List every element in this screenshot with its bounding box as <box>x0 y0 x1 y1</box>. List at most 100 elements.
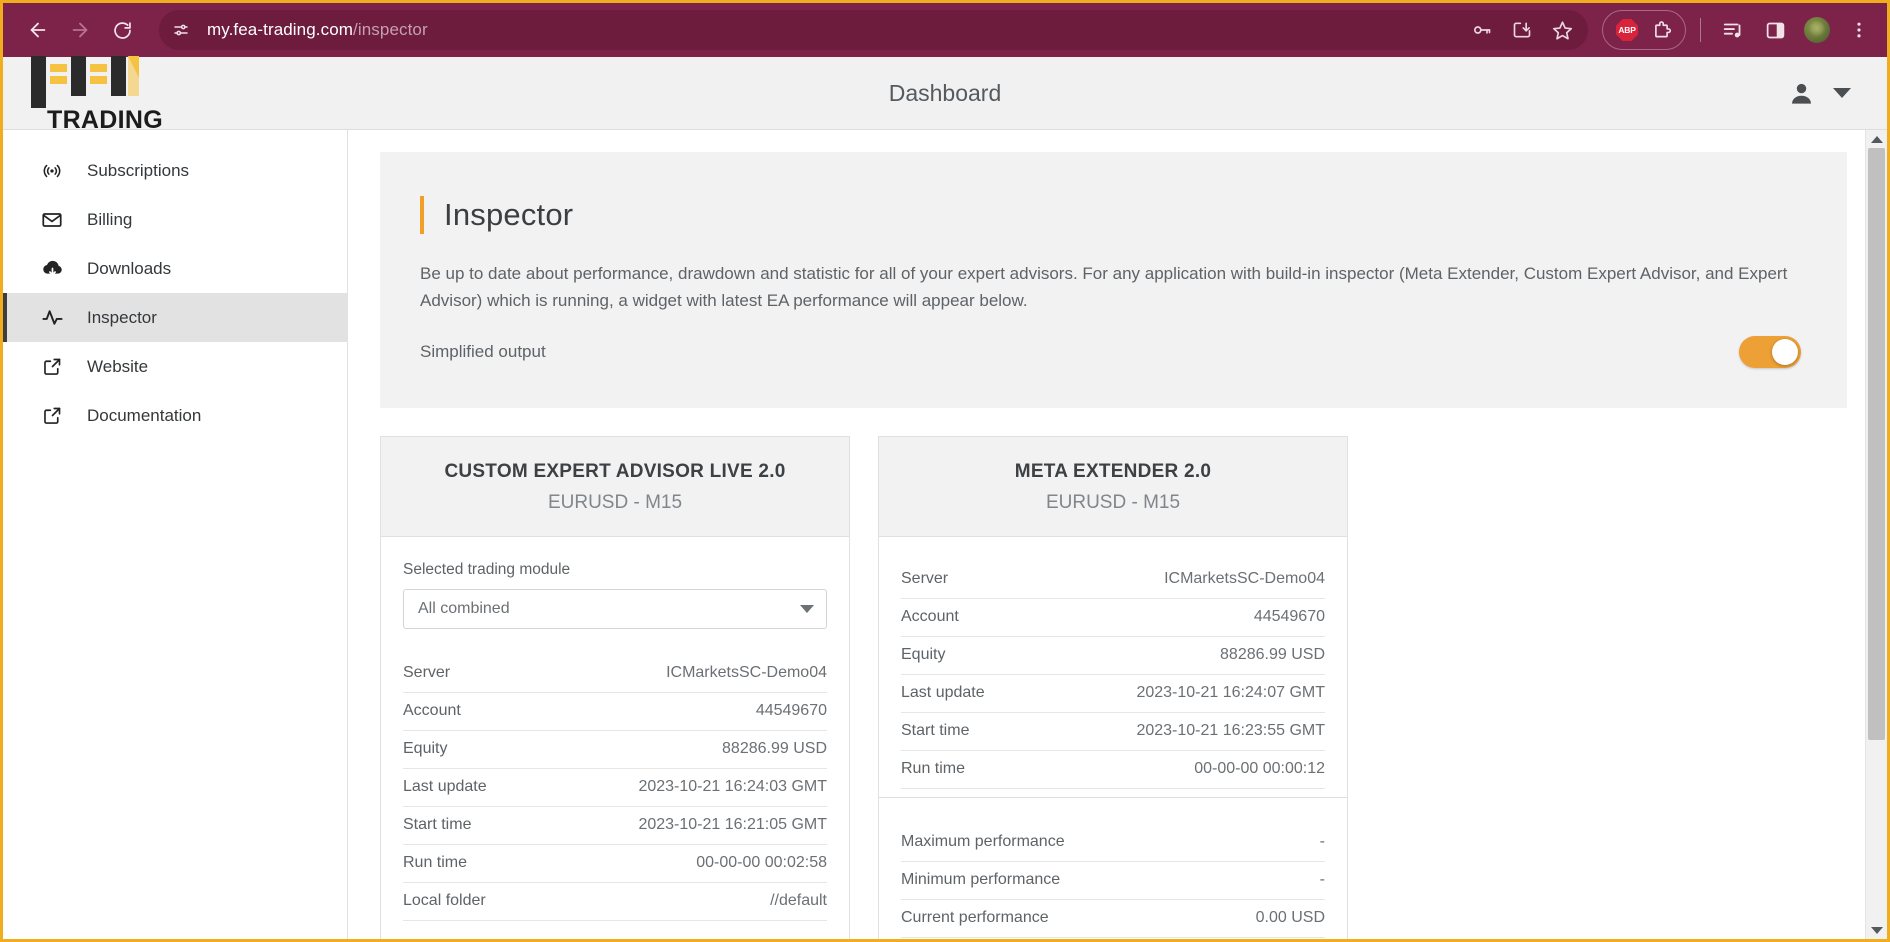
card-body: Selected trading module All combined Ser… <box>381 537 849 929</box>
table-row: Start time 2023-10-21 16:23:55 GMT <box>901 713 1325 752</box>
row-key: Start time <box>901 722 970 740</box>
reload-button[interactable] <box>101 9 143 51</box>
row-key: Last update <box>901 684 985 702</box>
row-key: Equity <box>403 740 448 758</box>
row-key: Server <box>403 664 451 682</box>
site-settings-button[interactable] <box>165 14 197 46</box>
back-button[interactable] <box>17 9 59 51</box>
table-row: Start time 2023-10-21 16:21:05 GMT <box>403 807 827 846</box>
table-row: Equity 88286.99 USD <box>403 731 827 770</box>
intro-title-row: Inspector <box>420 196 1801 234</box>
intro-description: Be up to date about performance, drawdow… <box>420 264 1788 310</box>
row-value: 00-00-00 00:00:12 <box>1194 760 1325 778</box>
table-row: Server ICMarketsSC-Demo04 <box>901 561 1325 600</box>
ea-cards-row: CUSTOM EXPERT ADVISOR LIVE 2.0 EURUSD - … <box>380 436 1887 939</box>
sidebar-item-website[interactable]: Website <box>3 342 347 391</box>
row-key: Maximum performance <box>901 833 1065 851</box>
install-app-button[interactable] <box>1504 12 1540 48</box>
profile-button[interactable] <box>1799 12 1835 48</box>
bookmark-star-icon <box>1552 20 1572 40</box>
row-key: Run time <box>403 854 468 872</box>
row-key: Server <box>901 570 949 588</box>
reload-icon <box>113 21 131 39</box>
activity-pulse-icon <box>39 306 65 329</box>
table-row: Run time 00-00-00 00:00:12 <box>901 751 1325 790</box>
omnibox-actions <box>1464 12 1580 48</box>
row-value: - <box>1319 833 1325 851</box>
row-value: 2023-10-21 16:21:05 GMT <box>638 816 827 834</box>
row-key: Local folder <box>403 892 486 910</box>
address-bar[interactable]: my.fea-trading.com/inspector <box>159 10 1588 50</box>
row-key: Run time <box>901 760 966 778</box>
intro-title: Inspector <box>444 197 574 232</box>
sidebar-item-label: Website <box>87 356 149 376</box>
bookmark-star-button[interactable] <box>1544 12 1580 48</box>
browser-toolbar: my.fea-trading.com/inspector ABP <box>3 3 1887 57</box>
install-app-icon <box>1513 22 1531 38</box>
row-value: 44549670 <box>1253 608 1325 626</box>
envelope-icon <box>39 209 65 231</box>
row-value: //default <box>770 892 827 910</box>
app-header: TRADING Dashboard <box>3 55 1887 134</box>
chrome-menu-button[interactable] <box>1841 12 1877 48</box>
sidebar-item-inspector[interactable]: Inspector <box>3 293 347 342</box>
password-key-button[interactable] <box>1464 12 1500 48</box>
ea-card-meta-extender: META EXTENDER 2.0 EURUSD - M15 Server ICM… <box>878 436 1348 939</box>
row-value: ICMarketsSC-Demo04 <box>1164 570 1325 588</box>
table-row: Local folder //default <box>403 883 827 922</box>
user-account-icon <box>1792 83 1811 104</box>
media-playlist-button[interactable] <box>1715 12 1751 48</box>
table-row: Server ICMarketsSC-Demo04 <box>403 655 827 694</box>
user-menu[interactable] <box>1788 80 1851 107</box>
logo-block: TRADING <box>29 52 163 135</box>
sidebar-item-downloads[interactable]: Downloads <box>3 244 347 293</box>
extensions-puzzle-icon <box>1654 20 1671 37</box>
table-row: Last update 2023-10-21 16:24:07 GMT <box>901 675 1325 714</box>
broadcast-icon <box>39 160 65 182</box>
row-value: 88286.99 USD <box>1220 646 1325 664</box>
media-playlist-icon <box>1723 23 1741 38</box>
sidebar-item-documentation[interactable]: Documentation <box>3 391 347 440</box>
card-header: META EXTENDER 2.0 EURUSD - M15 <box>879 437 1347 538</box>
row-value: - <box>1319 871 1325 889</box>
brand-logo[interactable]: TRADING <box>3 52 348 135</box>
url-text: my.fea-trading.com/inspector <box>207 20 428 40</box>
side-panel-button[interactable] <box>1757 12 1793 48</box>
main-inner: Inspector Be up to date about performanc… <box>348 130 1887 939</box>
chevron-down-icon[interactable] <box>1833 88 1851 98</box>
trading-module-select[interactable]: All combined <box>403 589 827 630</box>
toggle-knob <box>1772 339 1798 366</box>
table-row: Last update 2023-10-21 16:24:03 GMT <box>403 769 827 808</box>
app-body: Subscriptions Billing Downloads Inspecto… <box>3 130 1887 939</box>
ea-card-custom-expert-advisor: CUSTOM EXPERT ADVISOR LIVE 2.0 EURUSD - … <box>380 436 850 939</box>
extensions-pill: ABP <box>1602 10 1686 50</box>
scrollbar-thumb[interactable] <box>1868 148 1885 740</box>
inspector-intro-panel: Inspector Be up to date about performanc… <box>380 152 1847 409</box>
scroll-down-button[interactable] <box>1866 921 1887 939</box>
site-settings-icon <box>174 24 188 36</box>
extensions-button[interactable] <box>1645 14 1677 46</box>
table-row: Minimum performance - <box>901 862 1325 901</box>
forward-arrow-icon <box>72 22 88 38</box>
intro-accent-bar <box>420 196 424 234</box>
profile-avatar <box>1804 17 1830 43</box>
row-value: ICMarketsSC-Demo04 <box>666 664 827 682</box>
adblock-plus-button[interactable]: ABP <box>1611 14 1643 46</box>
side-panel-icon <box>1766 22 1784 38</box>
brand-name: TRADING <box>47 105 163 134</box>
sidebar-item-billing[interactable]: Billing <box>3 195 347 244</box>
sidebar-item-label: Inspector <box>87 307 157 327</box>
card-title: CUSTOM EXPERT ADVISOR LIVE 2.0 <box>444 461 786 483</box>
url-path: /inspector <box>353 20 428 39</box>
vertical-scrollbar[interactable] <box>1865 130 1887 939</box>
scroll-up-button[interactable] <box>1866 130 1887 148</box>
row-value: 88286.99 USD <box>722 740 827 758</box>
simplified-output-label: Simplified output <box>420 342 546 362</box>
app-shell: TRADING Dashboard Subscriptions Billing … <box>3 55 1887 939</box>
cloud-download-icon <box>39 257 65 280</box>
sidebar-item-subscriptions[interactable]: Subscriptions <box>3 146 347 195</box>
card-body: Server ICMarketsSC-Demo04 Account 44549670… <box>879 537 1347 797</box>
row-value: 00-00-00 00:02:58 <box>696 854 827 872</box>
simplified-output-toggle[interactable] <box>1739 336 1801 369</box>
forward-button[interactable] <box>59 9 101 51</box>
